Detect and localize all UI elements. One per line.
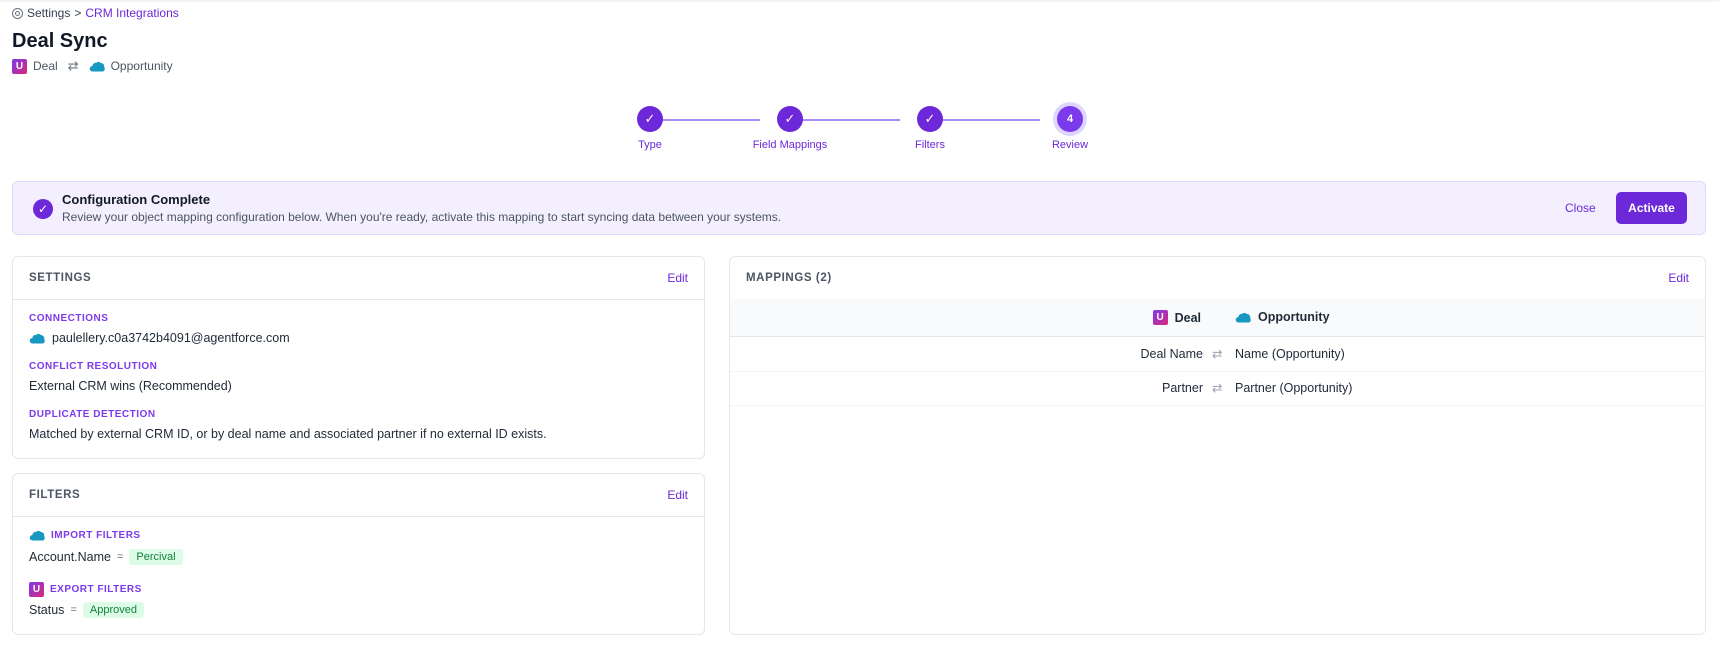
mapping-target-field: Name (Opportunity) xyxy=(1235,347,1345,361)
mapping-row: Partner ⇄ Partner (Opportunity) xyxy=(730,371,1705,406)
filters-header: FILTERS Edit xyxy=(13,474,704,517)
activate-button[interactable]: Activate xyxy=(1616,192,1687,224)
source-column-label: Deal xyxy=(1174,310,1201,325)
filters-edit-link[interactable]: Edit xyxy=(667,488,688,502)
mappings-card: MAPPINGS (2) Edit U Deal Opportunity Dea… xyxy=(729,256,1706,635)
mappings-title: MAPPINGS (2) xyxy=(746,272,832,284)
connection-email: paulellery.c0a3742b4091@agentforce.com xyxy=(52,331,290,345)
step-filters[interactable]: ✓ Filters xyxy=(870,106,990,151)
connection-item: paulellery.c0a3742b4091@agentforce.com xyxy=(29,331,290,345)
filter-operator: = xyxy=(116,551,124,563)
duplicate-detection-value: Matched by external CRM ID, or by deal n… xyxy=(29,427,547,441)
breadcrumb-separator: > xyxy=(74,6,82,20)
target-column-header: Opportunity xyxy=(1235,310,1330,324)
target-column-label: Opportunity xyxy=(1258,310,1330,324)
mapping-source-field: Partner xyxy=(1162,381,1203,395)
import-filters-heading: IMPORT FILTERS xyxy=(29,530,141,541)
breadcrumb-settings[interactable]: Settings xyxy=(27,6,70,20)
filters-card: FILTERS Edit IMPORT FILTERS Account.Name… xyxy=(12,473,705,635)
progress-stepper: ✓ Type ✓ Field Mappings ✓ Filters 4 Revi… xyxy=(620,106,1088,156)
step-review[interactable]: 4 Review xyxy=(1010,106,1130,151)
mapping-source-field: Deal Name xyxy=(1140,347,1203,361)
target-object: Opportunity xyxy=(110,59,173,73)
filters-title: FILTERS xyxy=(29,489,81,501)
filter-operator: = xyxy=(70,604,77,616)
conflict-resolution-value: External CRM wins (Recommended) xyxy=(29,379,232,393)
step-label: Filters xyxy=(915,139,945,151)
mappings-edit-link[interactable]: Edit xyxy=(1668,271,1689,285)
top-divider xyxy=(0,0,1719,2)
app-logo-icon: U xyxy=(1152,310,1168,325)
swap-arrows-icon: ⇄ xyxy=(1212,381,1223,395)
step-label: Type xyxy=(638,139,662,151)
breadcrumb: Settings > CRM Integrations xyxy=(12,6,179,20)
mapping-row: Deal Name ⇄ Name (Opportunity) xyxy=(730,337,1705,372)
step-number: 4 xyxy=(1057,106,1083,132)
source-object: Deal xyxy=(33,59,58,73)
salesforce-cloud-icon xyxy=(29,333,45,343)
settings-card: SETTINGS Edit CONNECTIONS paulellery.c0a… xyxy=(12,256,705,459)
mappings-header: MAPPINGS (2) Edit xyxy=(730,257,1705,300)
filter-field: Status xyxy=(29,603,65,617)
filter-value-badge: Approved xyxy=(82,602,144,618)
source-column-header: U Deal xyxy=(1152,310,1201,325)
object-pair: U Deal ⇄ Opportunity xyxy=(12,58,173,74)
settings-header: SETTINGS Edit xyxy=(13,257,704,300)
gear-icon xyxy=(12,7,23,19)
salesforce-cloud-icon xyxy=(29,530,45,541)
connections-label: CONNECTIONS xyxy=(29,313,109,324)
check-circle-icon: ✓ xyxy=(33,199,53,219)
breadcrumb-crm-integrations[interactable]: CRM Integrations xyxy=(85,6,178,20)
conflict-resolution-label: CONFLICT RESOLUTION xyxy=(29,361,158,372)
step-type[interactable]: ✓ Type xyxy=(590,106,710,151)
check-icon: ✓ xyxy=(637,106,663,132)
settings-edit-link[interactable]: Edit xyxy=(667,271,688,285)
banner-description: Review your object mapping configuration… xyxy=(62,210,782,224)
app-logo-icon: U xyxy=(12,58,27,74)
mapping-target-field: Partner (Opportunity) xyxy=(1235,381,1353,395)
swap-arrows-icon: ⇄ xyxy=(67,58,79,73)
close-button[interactable]: Close xyxy=(1565,201,1596,215)
banner-title: Configuration Complete xyxy=(62,192,211,207)
export-filters-label: EXPORT FILTERS xyxy=(50,584,142,595)
mappings-column-header: U Deal Opportunity xyxy=(730,299,1705,337)
check-icon: ✓ xyxy=(917,106,943,132)
swap-arrows-icon: ⇄ xyxy=(1212,347,1223,361)
filter-field: Account.Name xyxy=(29,550,111,564)
import-filters-label: IMPORT FILTERS xyxy=(51,530,141,541)
check-icon: ✓ xyxy=(777,106,803,132)
salesforce-cloud-icon xyxy=(1235,312,1251,322)
step-field-mappings[interactable]: ✓ Field Mappings xyxy=(730,106,850,151)
duplicate-detection-label: DUPLICATE DETECTION xyxy=(29,409,156,420)
configuration-complete-banner: ✓ Configuration Complete Review your obj… xyxy=(12,181,1706,235)
filter-value-badge: Percival xyxy=(129,549,183,565)
export-filter-rule: Status = Approved xyxy=(29,602,144,618)
export-filters-heading: U EXPORT FILTERS xyxy=(29,582,142,597)
salesforce-cloud-icon xyxy=(89,61,105,71)
import-filter-rule: Account.Name = Percival xyxy=(29,549,183,565)
step-label: Field Mappings xyxy=(752,139,828,151)
settings-title: SETTINGS xyxy=(29,272,92,284)
page-title: Deal Sync xyxy=(12,30,108,52)
step-label: Review xyxy=(1051,139,1089,151)
app-logo-icon: U xyxy=(29,582,44,597)
